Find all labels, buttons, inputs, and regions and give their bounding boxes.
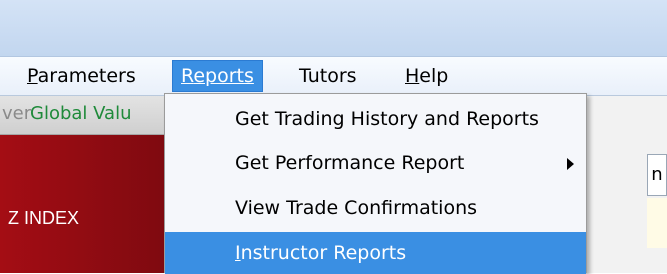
right-content-strip: n <box>585 96 667 273</box>
menu-item-view-trade-confirmations[interactable]: View Trade Confirmations <box>165 187 586 229</box>
menu-help-label: elp <box>419 65 449 87</box>
menu-parameters-label: arameters <box>37 65 136 87</box>
menu-item-get-trading-history-label: Get Trading History and Reports <box>235 108 539 130</box>
reports-dropdown-menu: Get Trading History and Reports Get Perf… <box>164 93 587 274</box>
menu-reports-label: eports <box>193 65 254 87</box>
menu-help-mnemonic: H <box>405 65 420 87</box>
menu-tutors-label: Tutors <box>299 65 357 87</box>
column-header-cell: n <box>647 154 667 196</box>
global-value-link[interactable]: Global Valu <box>30 103 132 124</box>
menu-item-get-performance-report-label: Get Performance Report <box>235 152 465 174</box>
index-panel-label: Z INDEX <box>8 208 80 228</box>
menu-bar: Parameters Reports Tutors Help <box>0 57 667 96</box>
menu-reports-mnemonic: R <box>181 65 194 87</box>
submenu-arrow-icon <box>567 158 574 170</box>
highlighted-cell <box>647 198 667 248</box>
menu-item-get-performance-report[interactable]: Get Performance Report <box>165 142 586 184</box>
index-panel: Z INDEX <box>0 135 170 273</box>
menu-parameters-mnemonic: P <box>27 65 38 87</box>
version-text: ver <box>2 103 32 124</box>
menu-item-view-trade-confirmations-label: View Trade Confirmations <box>235 197 478 219</box>
menu-item-instructor-reports-label: nstructor Reports <box>240 242 407 264</box>
menu-item-instructor-reports[interactable]: Instructor Reports <box>165 232 586 274</box>
menu-item-get-trading-history[interactable]: Get Trading History and Reports <box>165 98 586 140</box>
menu-reports[interactable]: Reports <box>172 60 263 92</box>
menu-help[interactable]: Help <box>405 61 448 91</box>
toolbar: ver Global Valu <box>0 96 170 135</box>
window-title-bar <box>0 0 667 57</box>
menu-tutors[interactable]: Tutors <box>299 61 357 91</box>
menu-parameters[interactable]: Parameters <box>27 61 136 91</box>
